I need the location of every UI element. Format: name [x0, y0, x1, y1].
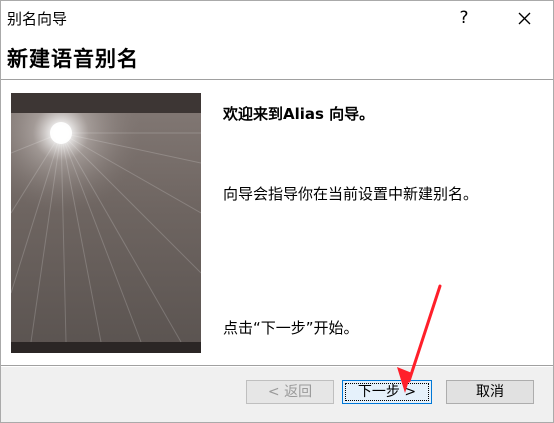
welcome-heading: 欢迎来到Alias 向导。 [223, 105, 375, 123]
help-button[interactable]: ? [441, 1, 487, 35]
alias-wizard-window: 别名向导 ? 新建语音别名 欢迎来到Alias 向导。 向导会指导你在当前设置中… [0, 0, 554, 423]
title-bar: 别名向导 ? [1, 1, 553, 35]
button-area-divider [1, 365, 553, 367]
wizard-header: 新建语音别名 [1, 35, 553, 80]
next-button-label: 下一步 > [357, 384, 417, 400]
back-button[interactable]: < 返回 [246, 380, 334, 404]
page-title: 新建语音别名 [7, 47, 139, 71]
light-burst-icon [11, 113, 201, 343]
cancel-button[interactable]: 取消 [446, 380, 534, 404]
next-button[interactable]: 下一步 > [342, 380, 432, 404]
start-hint: 点击“下一步”开始。 [223, 319, 359, 337]
banner-bottom-band [11, 342, 201, 353]
close-icon [518, 12, 531, 25]
wizard-banner-image [11, 93, 201, 353]
wizard-content: 欢迎来到Alias 向导。 向导会指导你在当前设置中新建别名。 点击“下一步”开… [1, 80, 553, 365]
close-button[interactable] [501, 1, 547, 35]
wizard-description: 向导会指导你在当前设置中新建别名。 [223, 185, 479, 203]
window-title: 别名向导 [7, 10, 68, 28]
